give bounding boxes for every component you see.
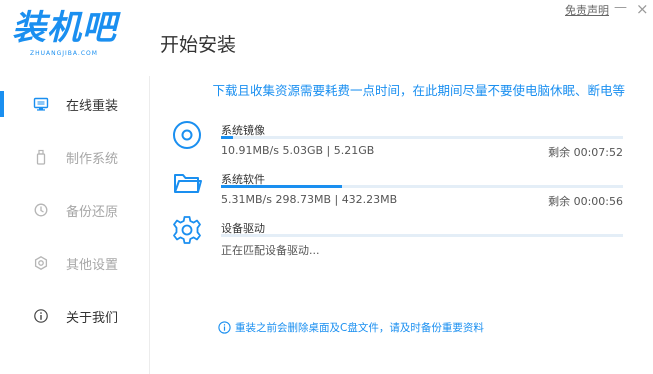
sidebar-item-online-reinstall[interactable]: 在线重装: [0, 84, 150, 124]
info-icon: [218, 321, 231, 334]
gear-icon: [170, 213, 204, 247]
progress-fill: [221, 136, 234, 139]
sidebar-item-make-system[interactable]: 制作系统: [0, 137, 150, 177]
sidebar-item-label: 在线重装: [66, 98, 119, 114]
installer-window: 装机吧 ZHUANGJIBA.COM 开始安装 免责声明 — × 在线重装 制作…: [0, 0, 653, 374]
backup-icon: [33, 202, 49, 218]
page-title: 开始安装: [160, 34, 237, 56]
close-button[interactable]: ×: [636, 0, 649, 18]
task-stat: 10.91MB/s 5.03GB | 5.21GB: [221, 144, 375, 157]
disclaimer-link[interactable]: 免责声明: [565, 2, 609, 18]
logo-subtext: ZHUANGJIBA.COM: [30, 50, 98, 57]
sidebar: 在线重装 制作系统 备份还原 其他设置 关于我们: [0, 76, 150, 374]
sidebar-item-label: 关于我们: [66, 310, 119, 326]
task-remaining: 剩余 00:07:52: [548, 146, 623, 159]
progress-bar: [221, 136, 623, 139]
progress-fill: [221, 185, 342, 188]
header: 装机吧 ZHUANGJIBA.COM 开始安装 免责声明 — ×: [0, 0, 653, 70]
usb-icon: [33, 149, 49, 165]
folder-icon: [170, 165, 204, 199]
sidebar-item-other-settings[interactable]: 其他设置: [0, 243, 150, 283]
sidebar-item-backup-restore[interactable]: 备份还原: [0, 190, 150, 230]
warning-text: 重装之前会删除桌面及C盘文件，请及时备份重要资料: [235, 322, 484, 334]
monitor-icon: [33, 96, 49, 112]
sidebar-item-label: 制作系统: [66, 151, 119, 167]
warning-message: 重装之前会删除桌面及C盘文件，请及时备份重要资料: [218, 320, 484, 335]
settings-icon: [33, 255, 49, 271]
sidebar-item-about-us[interactable]: 关于我们: [0, 296, 150, 336]
task-remaining: 剩余 00:00:56: [548, 195, 623, 208]
task-stat: 正在匹配设备驱动...: [221, 244, 320, 257]
info-icon: [33, 308, 49, 324]
logo-text: 装机吧: [12, 8, 117, 48]
sidebar-item-label: 备份还原: [66, 204, 119, 220]
disc-icon: [170, 118, 204, 152]
notice-text: 下载且收集资源需要耗费一点时间，在此期间尽量不要使电脑休眠、断电等: [212, 83, 625, 98]
task-stat: 5.31MB/s 298.73MB | 432.23MB: [221, 193, 398, 206]
minimize-button[interactable]: —: [614, 0, 627, 15]
progress-bar: [221, 234, 623, 237]
logo: 装机吧 ZHUANGJIBA.COM: [12, 6, 142, 62]
active-indicator: [0, 91, 4, 117]
progress-bar: [221, 185, 623, 188]
sidebar-item-label: 其他设置: [66, 257, 119, 273]
